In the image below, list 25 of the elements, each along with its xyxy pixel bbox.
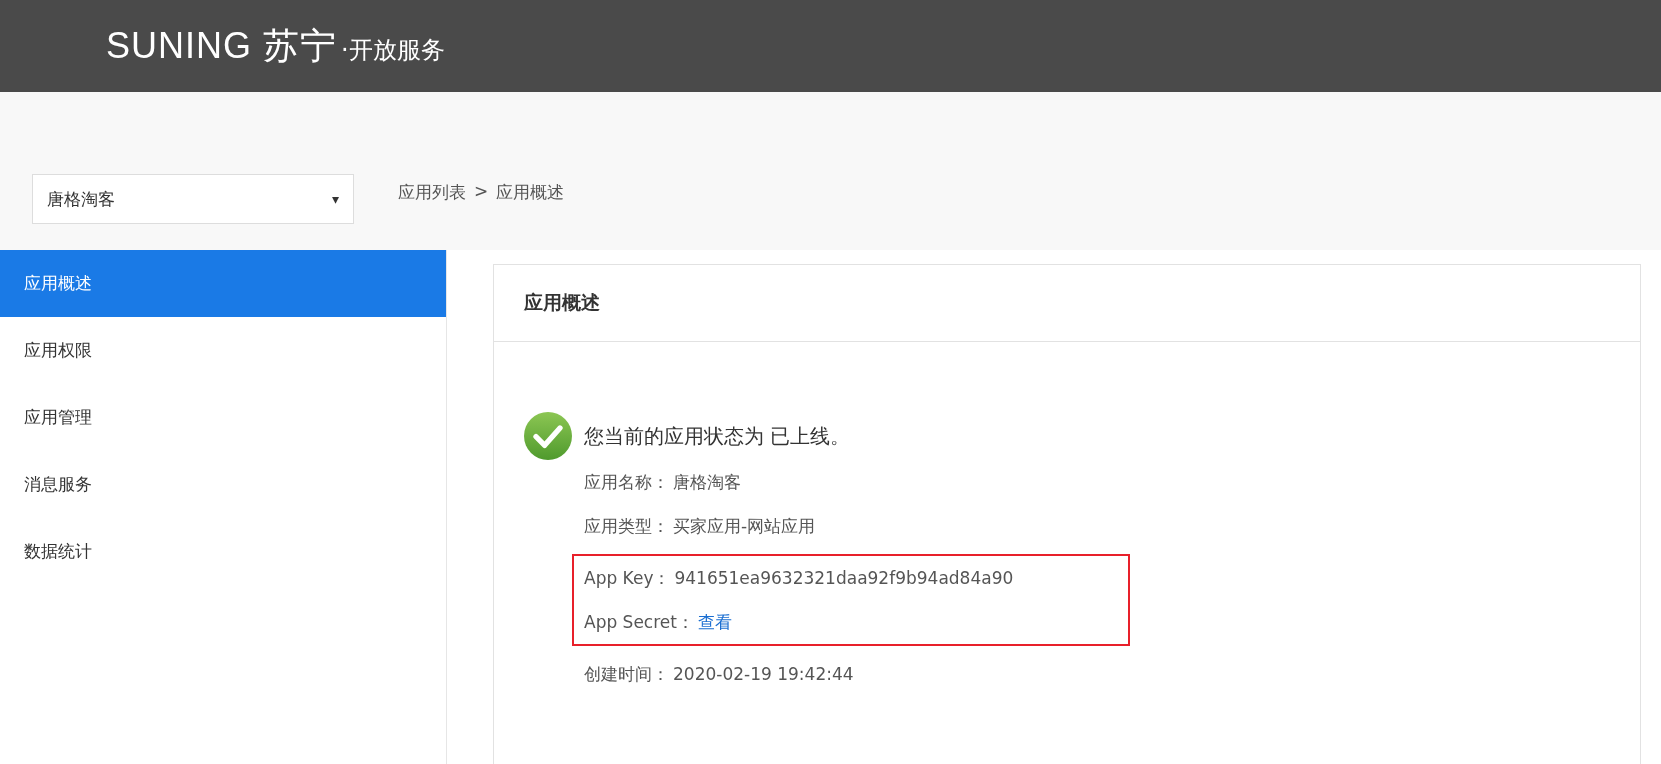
breadcrumb-item[interactable]: 应用列表: [398, 181, 466, 204]
sidebar-item[interactable]: 应用权限: [0, 317, 446, 384]
field-label: App Secret：: [584, 610, 694, 634]
breadcrumb-separator: >: [474, 181, 489, 203]
sidebar-item[interactable]: 消息服务: [0, 451, 446, 518]
sidebar-item[interactable]: 数据统计: [0, 518, 446, 585]
brand-logo[interactable]: SUNING 苏宁: [106, 21, 337, 71]
check-circle-icon: [524, 412, 572, 460]
field-label: App Key：: [584, 566, 671, 590]
field-value: 买家应用-网站应用: [673, 514, 816, 538]
status-text: 您当前的应用状态为 已上线。: [584, 422, 851, 450]
sidebar-item[interactable]: 应用管理: [0, 384, 446, 451]
field-label: 应用类型：: [584, 514, 669, 538]
field-label: 创建时间：: [584, 662, 669, 686]
site-title: ·开放服务: [341, 34, 445, 66]
app-select[interactable]: 唐格淘客 ▾: [32, 174, 354, 224]
sidebar-item[interactable]: 应用概述: [0, 250, 446, 317]
panel-title: 应用概述: [494, 265, 1640, 342]
field-value: 941651ea9632321daa92f9b94ad84a90: [674, 568, 1014, 588]
field-value: 2020-02-19 19:42:44: [673, 664, 854, 684]
field-label: 应用名称：: [584, 470, 669, 494]
breadcrumb-item[interactable]: 应用概述: [496, 181, 565, 204]
view-link[interactable]: 查看: [697, 610, 732, 634]
field-value: 唐格淘客: [673, 470, 741, 494]
caret-icon: ▾: [331, 191, 339, 207]
